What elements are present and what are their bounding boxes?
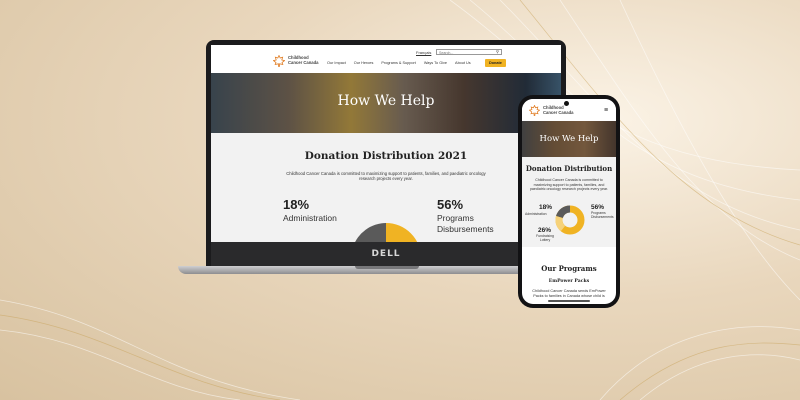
- programs-title: Our Programs: [541, 264, 597, 273]
- home-indicator[interactable]: [548, 300, 590, 302]
- hamburger-icon[interactable]: ≡: [604, 107, 608, 114]
- donate-button[interactable]: Donate: [485, 58, 506, 67]
- mobile-donut-slice-fundraising: [555, 216, 566, 232]
- maple-leaf-icon: [273, 55, 285, 67]
- donation-title: Donation Distribution 2021: [304, 150, 468, 162]
- admin-percent: 18%: [283, 197, 310, 212]
- empower-packs-title[interactable]: EmPower Packs: [522, 279, 616, 284]
- mobile-programs-label: Programs Disbursements: [591, 211, 614, 219]
- laptop-notch: [355, 266, 419, 269]
- nav-our-heroes[interactable]: Our Heroes: [354, 61, 374, 65]
- mobile-donut-slice-admin: [556, 205, 571, 219]
- empower-packs-text: Childhood Cancer Canada sends EmPower Pa…: [532, 289, 606, 298]
- hero-title: How We Help: [337, 93, 435, 109]
- mobile-programs-percent: 56%: [591, 204, 605, 211]
- mobile-donation-description: Childhood Cancer Canada is committed to …: [529, 178, 609, 192]
- programs-label: Programs Disbursements: [437, 213, 494, 234]
- mobile-fundraising-percent: 26%: [538, 227, 552, 234]
- search-input[interactable]: Search...: [436, 48, 502, 55]
- mobile-header: Childhood Cancer Canada ≡: [522, 99, 616, 121]
- laptop-screen: Childhood Cancer Canada Français Search.…: [211, 45, 561, 242]
- mobile-donation-section: Donation Distribution Childhood Cancer C…: [522, 157, 616, 247]
- nav-about-us[interactable]: About Us: [455, 61, 471, 65]
- mobile-admin-label: Administration: [525, 212, 547, 216]
- donation-donut-chart: [355, 223, 418, 242]
- mobile-fundraising-label: Fundraising Lottery: [536, 234, 554, 242]
- laptop-bezel: DELL: [211, 242, 561, 266]
- search-icon[interactable]: ⚲: [496, 49, 499, 54]
- nav-ways-to-give[interactable]: Ways To Give: [424, 61, 447, 65]
- nav-programs-support[interactable]: Programs & Support: [381, 61, 415, 65]
- logo-line-2: Cancer Canada: [543, 110, 574, 115]
- donut-slice-programs: [386, 223, 418, 242]
- donation-description: Childhood Cancer Canada is committed to …: [286, 171, 486, 182]
- hero-banner: How We Help: [211, 73, 561, 133]
- mobile-logo[interactable]: Childhood Cancer Canada: [529, 105, 574, 117]
- donation-section: Donation Distribution 2021 Childhood Can…: [211, 133, 561, 242]
- site-header: Childhood Cancer Canada Français Search.…: [211, 45, 561, 73]
- admin-label: Administration: [283, 213, 337, 223]
- programs-percent: 56%: [437, 197, 464, 212]
- mobile-admin-percent: 18%: [539, 204, 553, 211]
- nav-our-impact[interactable]: Our Impact: [327, 61, 346, 65]
- logo-line-2: Cancer Canada: [288, 60, 319, 65]
- donut-slice-admin: [355, 223, 386, 242]
- dell-logo: DELL: [371, 249, 401, 259]
- mobile-hero-banner: How We Help: [522, 121, 616, 157]
- mobile-hero-title: How We Help: [539, 134, 599, 144]
- phone-screen: Childhood Cancer Canada ≡ How We Help Do…: [522, 99, 616, 304]
- mobile-donut-chart: [555, 205, 585, 235]
- language-link[interactable]: Français: [416, 50, 431, 55]
- maple-leaf-icon: [529, 105, 541, 117]
- site-logo[interactable]: Childhood Cancer Canada: [273, 55, 319, 67]
- main-nav: Our Impact Our Heroes Programs & Support…: [327, 61, 471, 65]
- mobile-donation-title: Donation Distribution: [525, 164, 613, 173]
